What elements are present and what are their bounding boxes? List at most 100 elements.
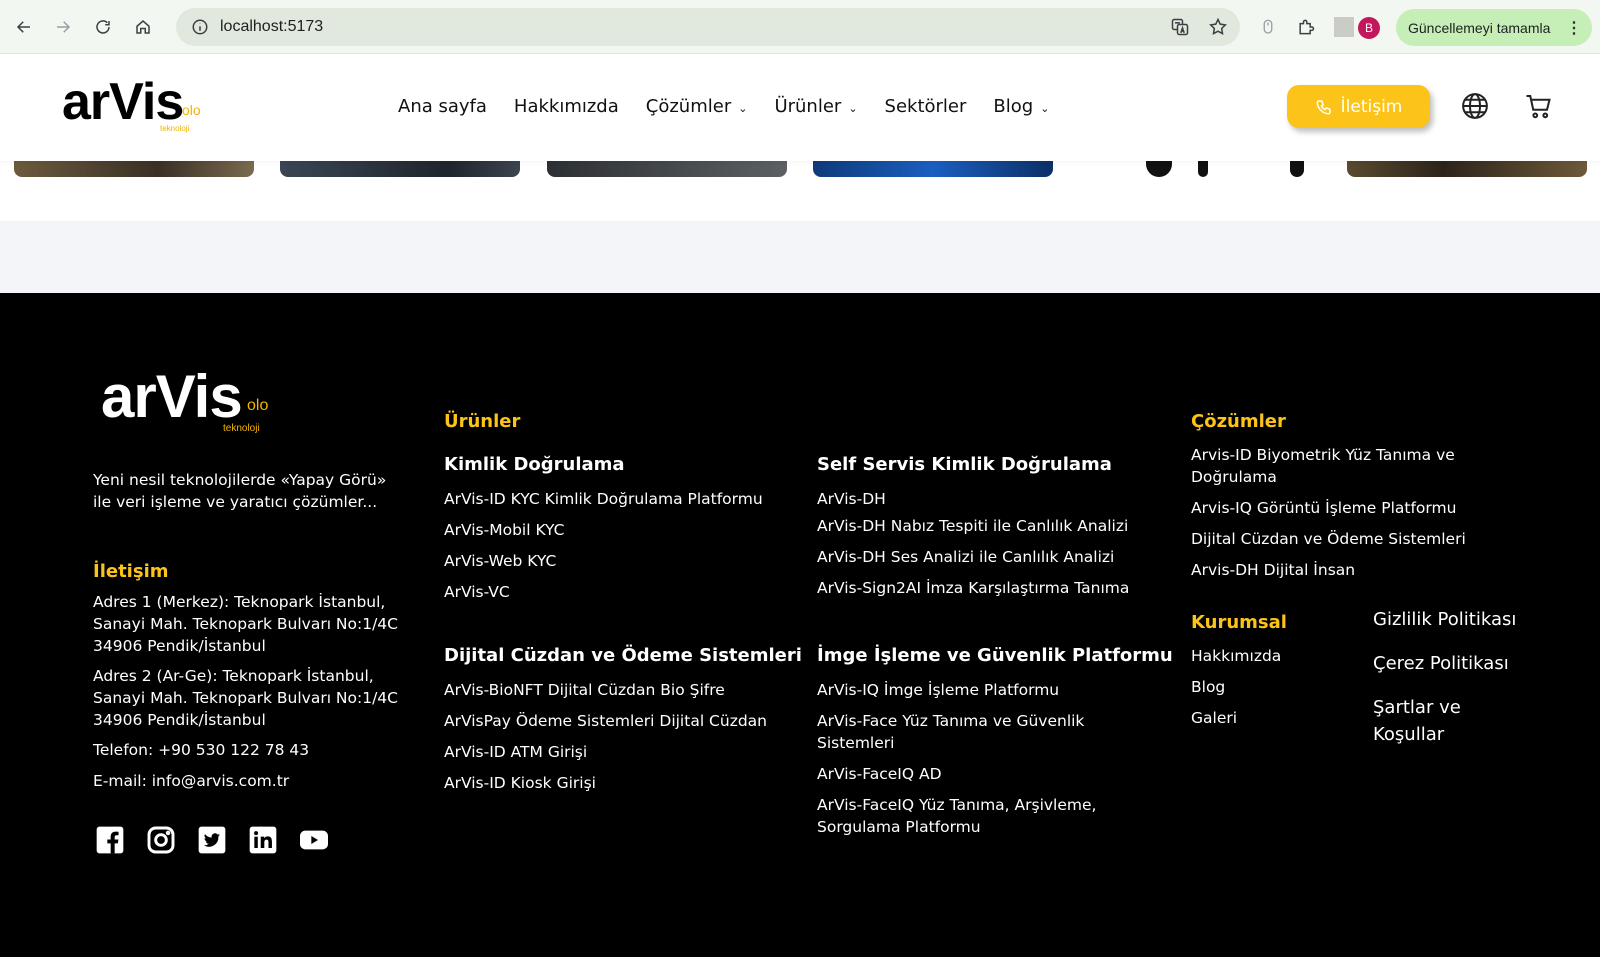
product-link[interactable]: ArVis-ID KYC Kimlik Doğrulama Platformu bbox=[444, 488, 763, 510]
product-link[interactable]: ArVis-Face Yüz Tanıma ve Güvenlik Sistem… bbox=[817, 710, 1117, 754]
corporate-link[interactable]: Hakkımızda bbox=[1191, 645, 1281, 667]
nav-item-blog[interactable]: Blog ⌄ bbox=[993, 96, 1049, 117]
chevron-down-icon: ⌄ bbox=[1040, 101, 1050, 115]
nav-item-home[interactable]: Ana sayfa bbox=[398, 96, 487, 117]
product-link[interactable]: ArVisPay Ödeme Sistemleri Dijital Cüzdan bbox=[444, 710, 767, 732]
logo-word: arVis bbox=[62, 73, 184, 131]
gallery-thumbnail[interactable] bbox=[547, 161, 787, 177]
arrow-left-icon bbox=[16, 21, 30, 33]
group-title-image-processing[interactable]: İmge İşleme ve Güvenlik Platformu bbox=[817, 645, 1173, 666]
contact-button[interactable]: İletişim bbox=[1287, 85, 1430, 128]
nav-label: Çözümler bbox=[645, 96, 732, 117]
corporate-heading: Kurumsal bbox=[1191, 612, 1287, 633]
logo-tagline: teknoloji bbox=[160, 124, 190, 133]
linkedin-icon[interactable] bbox=[247, 824, 279, 856]
product-link[interactable]: ArVis-Mobil KYC bbox=[444, 519, 565, 541]
group-title-self-service[interactable]: Self Servis Kimlik Doğrulama bbox=[817, 454, 1112, 475]
logo-word: arVis bbox=[101, 363, 243, 430]
solutions-heading: Çözümler bbox=[1191, 411, 1286, 432]
nav-item-about[interactable]: Hakkımızda bbox=[514, 96, 619, 117]
nav-label: Ürünler bbox=[774, 96, 842, 117]
social-links bbox=[94, 824, 330, 856]
browser-toolbar: localhost:5173 B Güncellemeyi tamamla ⋮ bbox=[0, 0, 1600, 54]
solution-link[interactable]: Arvis-ID Biyometrik Yüz Tanıma ve Doğrul… bbox=[1191, 444, 1481, 488]
email-text[interactable]: E-mail: info@arvis.com.tr bbox=[93, 770, 289, 792]
bookmark-star-icon[interactable] bbox=[1208, 17, 1228, 37]
gallery-thumbnail[interactable] bbox=[1290, 161, 1304, 177]
main-nav: Ana sayfa Hakkımızda Çözümler ⌄ Ürünler ⌄ … bbox=[398, 96, 1076, 117]
solution-link[interactable]: Arvis-DH Dijital İnsan bbox=[1191, 559, 1355, 581]
cart-icon[interactable] bbox=[1524, 91, 1554, 121]
nav-item-sectors[interactable]: Sektörler bbox=[885, 96, 967, 117]
kebab-menu-icon[interactable]: ⋮ bbox=[1566, 18, 1582, 38]
youtube-icon[interactable] bbox=[298, 824, 330, 856]
privacy-policy-link[interactable]: Gizlilik Politikası bbox=[1373, 606, 1516, 633]
gallery-strip bbox=[0, 161, 1600, 221]
update-label: Güncellemeyi tamamla bbox=[1408, 19, 1551, 36]
section-spacer bbox=[0, 221, 1600, 293]
product-link[interactable]: ArVis-BioNFT Dijital Cüzdan Bio Şifre bbox=[444, 679, 725, 701]
header-logo[interactable]: arVis olo teknoloji bbox=[62, 76, 202, 136]
cookie-policy-link[interactable]: Çerez Politikası bbox=[1373, 650, 1509, 677]
corporate-link[interactable]: Galeri bbox=[1191, 707, 1237, 729]
contact-heading: İletişim bbox=[93, 561, 169, 582]
product-link[interactable]: ArVis-DH Nabız Tespiti ile Canlılık Anal… bbox=[817, 515, 1128, 537]
solution-link[interactable]: Arvis-IQ Görüntü İşleme Platformu bbox=[1191, 497, 1456, 519]
product-link[interactable]: ArVis-IQ İmge İşleme Platformu bbox=[817, 679, 1059, 701]
update-browser-button[interactable]: Güncellemeyi tamamla ⋮ bbox=[1396, 9, 1592, 46]
chevron-down-icon: ⌄ bbox=[738, 101, 748, 115]
solution-link[interactable]: Dijital Cüzdan ve Ödeme Sistemleri bbox=[1191, 528, 1466, 550]
logo-tagline: teknoloji bbox=[223, 423, 260, 434]
home-icon bbox=[136, 20, 150, 34]
home-button[interactable] bbox=[129, 13, 157, 41]
nav-item-products[interactable]: Ürünler ⌄ bbox=[774, 96, 857, 117]
product-link[interactable]: ArVis-Web KYC bbox=[444, 550, 556, 572]
toolbar-separator bbox=[1334, 17, 1354, 37]
product-link[interactable]: ArVis-DH bbox=[817, 488, 886, 510]
group-title-identity[interactable]: Kimlik Doğrulama bbox=[444, 454, 625, 475]
nav-item-solutions[interactable]: Çözümler ⌄ bbox=[646, 96, 748, 117]
group-title-wallet[interactable]: Dijital Cüzdan ve Ödeme Sistemleri bbox=[444, 645, 802, 666]
reload-button[interactable] bbox=[89, 13, 117, 41]
gallery-thumbnail[interactable] bbox=[280, 161, 520, 177]
forward-button[interactable] bbox=[49, 13, 77, 41]
product-link[interactable]: ArVis-FaceIQ Yüz Tanıma, Arşivleme, Sorg… bbox=[817, 794, 1127, 838]
extension-mouse-icon[interactable] bbox=[1258, 17, 1278, 37]
back-button[interactable] bbox=[10, 13, 38, 41]
terms-link[interactable]: Şartlar ve Koşullar bbox=[1373, 694, 1513, 748]
chevron-down-icon: ⌄ bbox=[848, 101, 858, 115]
phone-text[interactable]: Telefon: +90 530 122 78 43 bbox=[93, 739, 309, 761]
site-header: arVis olo teknoloji Ana sayfa Hakkımızda… bbox=[0, 54, 1600, 161]
logo-olo: olo bbox=[247, 397, 269, 414]
product-link[interactable]: ArVis-ID ATM Girişi bbox=[444, 741, 587, 763]
product-link[interactable]: ArVis-VC bbox=[444, 581, 510, 603]
profile-avatar[interactable]: B bbox=[1358, 17, 1380, 39]
address-bar[interactable]: localhost:5173 bbox=[176, 8, 1240, 46]
site-info-icon[interactable] bbox=[190, 17, 210, 37]
address-1: Adres 1 (Merkez): Teknopark İstanbul, Sa… bbox=[93, 593, 398, 655]
phone-icon bbox=[1315, 98, 1333, 116]
gallery-thumbnail[interactable] bbox=[1146, 161, 1172, 177]
footer-logo[interactable]: arVis olo teknoloji bbox=[101, 367, 281, 437]
gallery-thumbnail[interactable] bbox=[1347, 161, 1587, 177]
facebook-icon[interactable] bbox=[94, 824, 126, 856]
nav-label: Hakkımızda bbox=[513, 96, 619, 117]
logo-olo: olo bbox=[182, 102, 201, 118]
product-link[interactable]: ArVis-ID Kiosk Girişi bbox=[444, 772, 596, 794]
corporate-link[interactable]: Blog bbox=[1191, 676, 1225, 698]
products-heading: Ürünler bbox=[444, 411, 521, 432]
gallery-thumbnail[interactable] bbox=[14, 161, 254, 177]
site-footer: arVis olo teknoloji Yeni nesil teknoloji… bbox=[0, 293, 1600, 957]
globe-icon[interactable] bbox=[1460, 91, 1490, 121]
product-link[interactable]: ArVis-Sign2AI İmza Karşılaştırma Tanıma bbox=[817, 577, 1129, 599]
twitter-icon[interactable] bbox=[196, 824, 228, 856]
product-link[interactable]: ArVis-FaceIQ AD bbox=[817, 763, 942, 785]
instagram-icon[interactable] bbox=[145, 824, 177, 856]
nav-label: Blog bbox=[993, 96, 1034, 117]
gallery-thumbnail[interactable] bbox=[813, 161, 1053, 177]
product-link[interactable]: ArVis-DH Ses Analizi ile Canlılık Analiz… bbox=[817, 546, 1114, 568]
url-text: localhost:5173 bbox=[220, 18, 324, 35]
translate-icon[interactable] bbox=[1170, 17, 1190, 37]
gallery-thumbnail[interactable] bbox=[1198, 161, 1208, 177]
extensions-puzzle-icon[interactable] bbox=[1296, 17, 1316, 37]
